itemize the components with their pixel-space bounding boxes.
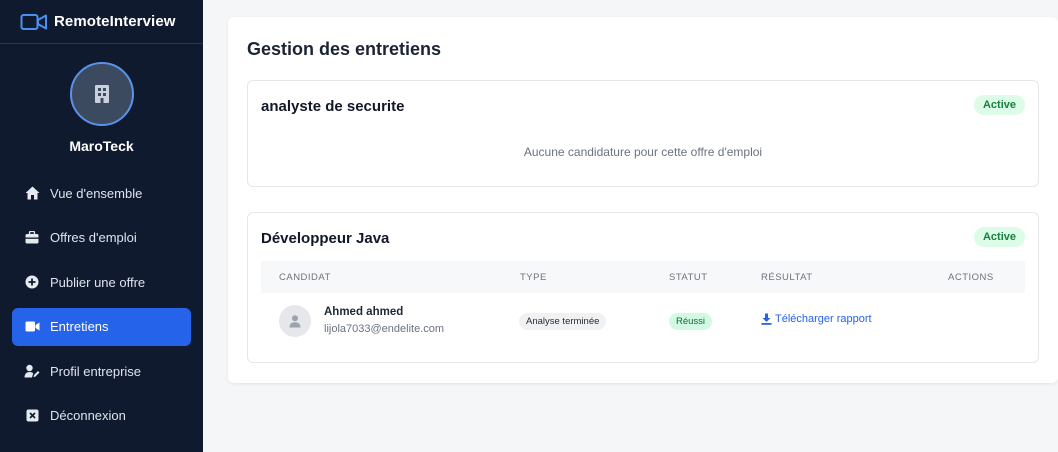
sidebar-item-label: Publier une offre (50, 274, 146, 290)
interviews-panel: Gestion des entretiens analyste de secur… (228, 17, 1058, 383)
brand[interactable]: RemoteInterview (0, 0, 203, 44)
sidebar-item-logout[interactable]: Déconnexion (12, 397, 191, 435)
offer-title: analyste de securite (261, 98, 405, 115)
user-icon (289, 315, 301, 328)
video-camera-icon (20, 13, 47, 30)
download-report-label: Télécharger rapport (775, 313, 872, 325)
avatar (279, 305, 311, 337)
type-badge: Analyse terminée (519, 313, 607, 330)
sidebar-item-overview[interactable]: Vue d'ensemble (12, 174, 191, 212)
candidate-name: Ahmed ahmed (324, 306, 404, 318)
column-header-status: STATUT (669, 271, 708, 283)
video-icon (24, 319, 40, 335)
column-header-candidate: CANDIDAT (279, 271, 331, 283)
column-header-actions: ACTIONS (948, 271, 994, 283)
sidebar-item-label: Déconnexion (50, 408, 126, 423)
table-header: CANDIDAT TYPE STATUT RÉSULTAT ACTIONS (261, 261, 1025, 293)
plus-circle-icon (24, 274, 40, 290)
app-name: RemoteInterview (54, 13, 176, 30)
sidebar-item-label: Entretiens (50, 319, 109, 334)
briefcase-icon (24, 230, 40, 246)
sidebar-item-label: Vue d'ensemble (50, 185, 143, 201)
sidebar-nav: Vue d'ensemble Offres d'emploi Publier u… (0, 174, 203, 435)
sidebar-item-label: Profil entreprise (50, 363, 142, 379)
offer-card: analyste de securite Active Aucune candi… (247, 80, 1039, 187)
sidebar-item-publish-offer[interactable]: Publier une offre (12, 263, 191, 301)
status-badge: Active (973, 95, 1025, 115)
candidate-email: lijola7033@endelite.com (324, 323, 445, 335)
building-icon (94, 85, 109, 103)
company-name: MaroTeck (69, 138, 134, 154)
empty-state-message: Aucune candidature pour cette offre d'em… (523, 145, 763, 159)
sidebar-item-label: Offres d'emploi (50, 230, 137, 245)
page-title: Gestion des entretiens (247, 39, 442, 59)
offer-card: Développeur Java Active CANDIDAT TYPE ST… (247, 212, 1039, 363)
column-header-result: RÉSULTAT (761, 271, 813, 283)
download-icon (761, 313, 772, 325)
sidebar-item-interviews[interactable]: Entretiens (12, 307, 191, 346)
download-report-link[interactable]: Télécharger rapport (761, 313, 872, 325)
user-edit-icon (24, 363, 40, 379)
sidebar-item-job-offers[interactable]: Offres d'emploi (12, 219, 191, 257)
home-icon (24, 185, 40, 201)
status-badge: Active (973, 227, 1025, 247)
result-status-badge: Réussi (669, 313, 713, 330)
company-avatar (69, 62, 134, 126)
sidebar-item-company-profile[interactable]: Profil entreprise (12, 352, 191, 390)
table-row: Ahmed ahmed lijola7033@endelite.com Anal… (261, 293, 1025, 351)
sidebar: RemoteInterview MaroTeck Vue d'ensemble … (0, 0, 203, 452)
offer-title: Développeur Java (261, 230, 390, 247)
close-square-icon (24, 408, 40, 424)
column-header-type: TYPE (520, 271, 547, 283)
